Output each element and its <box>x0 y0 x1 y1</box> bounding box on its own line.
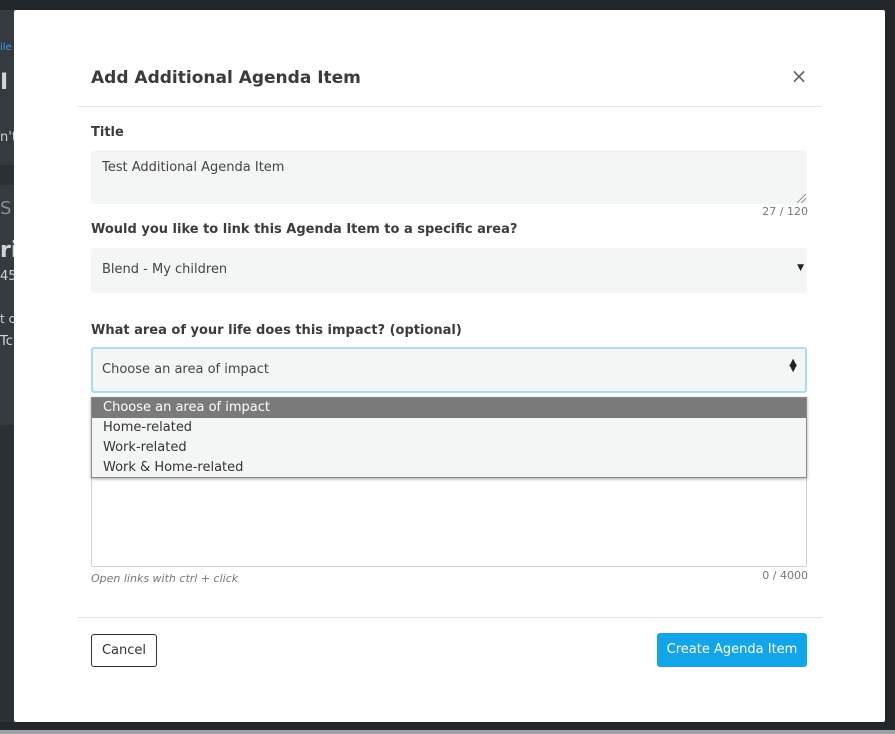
background-text: Tc <box>0 334 13 349</box>
background-text: n't <box>0 130 14 145</box>
title-char-counter: 27 / 120 <box>762 205 808 218</box>
background-text: t c <box>0 312 14 326</box>
close-icon[interactable]: × <box>790 66 808 86</box>
title-label: Title <box>91 125 124 140</box>
select-arrows-icon: ▲ ▼ <box>789 357 797 374</box>
area-select[interactable]: Blend - My children ▼ <box>91 248 807 293</box>
area-label: Would you like to link this Agenda Item … <box>91 222 518 237</box>
background-text: I <box>0 70 9 95</box>
impact-label: What area of your life does this impact?… <box>91 323 462 338</box>
title-input-value: Test Additional Agenda Item <box>102 160 285 175</box>
resize-handle-icon[interactable] <box>797 194 806 203</box>
background-panel <box>0 185 14 425</box>
notes-char-counter: 0 / 4000 <box>762 569 808 582</box>
background-text: ri <box>0 238 14 263</box>
background-text: S <box>0 198 12 219</box>
notes-hint: Open links with ctrl + click <box>91 572 239 585</box>
add-agenda-item-modal: Add Additional Agenda Item × Title Test … <box>14 10 885 722</box>
cancel-button[interactable]: Cancel <box>91 634 157 667</box>
impact-option[interactable]: Choose an area of impact <box>92 398 806 418</box>
background-text: 45 <box>0 269 14 284</box>
background-page: ile I n't S ri 45 t c Tc <box>0 10 14 722</box>
modal-title: Add Additional Agenda Item <box>91 68 361 88</box>
area-select-value: Blend - My children <box>102 262 228 277</box>
impact-select[interactable]: Choose an area of impact ▲ ▼ <box>91 347 807 393</box>
footer-divider <box>77 617 822 618</box>
bottom-edge <box>0 730 895 734</box>
impact-option[interactable]: Work-related <box>92 438 806 458</box>
caret-down-icon: ▼ <box>797 263 804 273</box>
background-text: ile <box>0 42 12 53</box>
impact-option[interactable]: Home-related <box>92 418 806 438</box>
title-input[interactable]: Test Additional Agenda Item <box>91 150 807 204</box>
create-agenda-item-button[interactable]: Create Agenda Item <box>657 633 807 667</box>
impact-select-value: Choose an area of impact <box>102 362 269 377</box>
impact-option[interactable]: Work & Home-related <box>92 458 806 478</box>
impact-dropdown-list: Choose an area of impact Home-related Wo… <box>91 397 807 478</box>
modal-header: Add Additional Agenda Item × <box>77 10 822 107</box>
